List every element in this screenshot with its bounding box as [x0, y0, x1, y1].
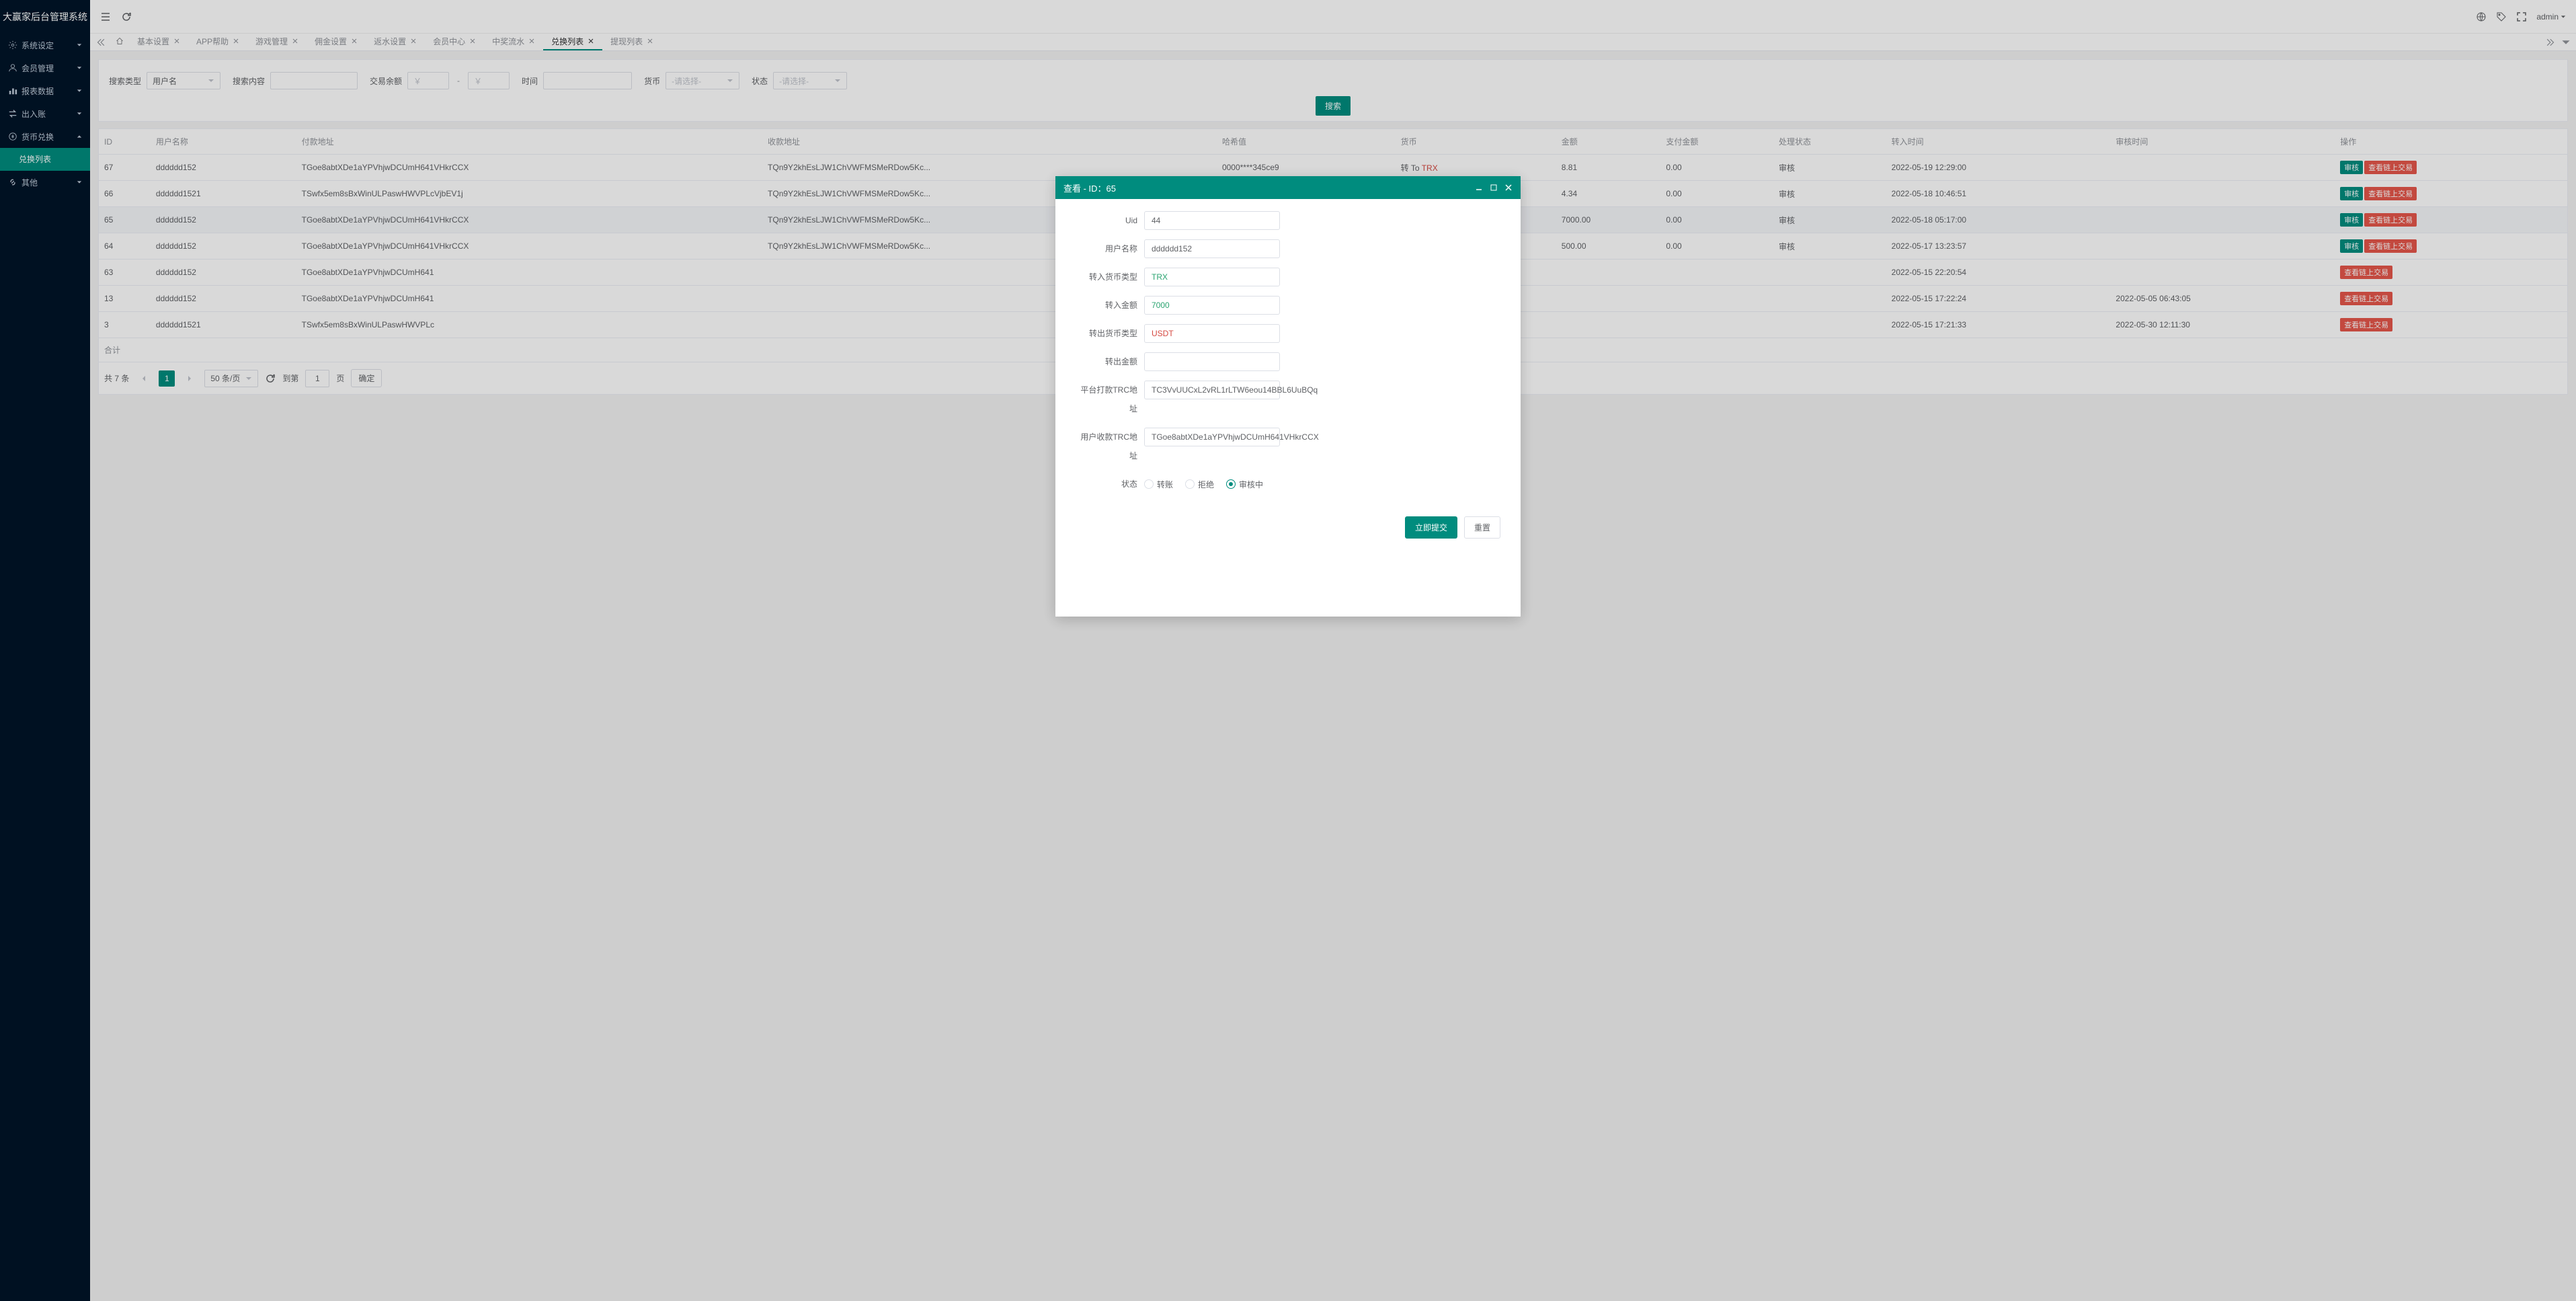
modal-incoin-input[interactable]: TRX: [1144, 268, 1280, 286]
radio-auditing[interactable]: 审核中: [1226, 479, 1263, 490]
modal-outamt-input[interactable]: [1144, 352, 1280, 371]
modal-plat-input[interactable]: TC3VvUUCxL2vRL1rLTW6eou14BBL6UuBQq: [1144, 381, 1280, 399]
modal-inamt-input[interactable]: 7000: [1144, 296, 1280, 315]
close-icon[interactable]: [1504, 184, 1513, 192]
modal-title: 查看 - ID：65: [1063, 182, 1116, 194]
modal-submit-button[interactable]: 立即提交: [1405, 516, 1457, 539]
modal-reset-button[interactable]: 重置: [1464, 516, 1500, 539]
radio-reject[interactable]: 拒绝: [1185, 479, 1214, 490]
minimize-icon[interactable]: [1475, 184, 1483, 192]
modal-uid-input[interactable]: 44: [1144, 211, 1280, 230]
radio-transfer[interactable]: 转账: [1144, 479, 1173, 490]
modal-recv-input[interactable]: TGoe8abtXDe1aYPVhjwDCUmH641VHkrCCX: [1144, 428, 1280, 446]
modal-outcoin-input[interactable]: USDT: [1144, 324, 1280, 343]
maximize-icon[interactable]: [1490, 184, 1498, 192]
modal-username-input[interactable]: dddddd152: [1144, 239, 1280, 258]
view-modal: 查看 - ID：65 Uid44 用户名称dddddd152 转入货币类型TRX…: [1055, 176, 1521, 617]
